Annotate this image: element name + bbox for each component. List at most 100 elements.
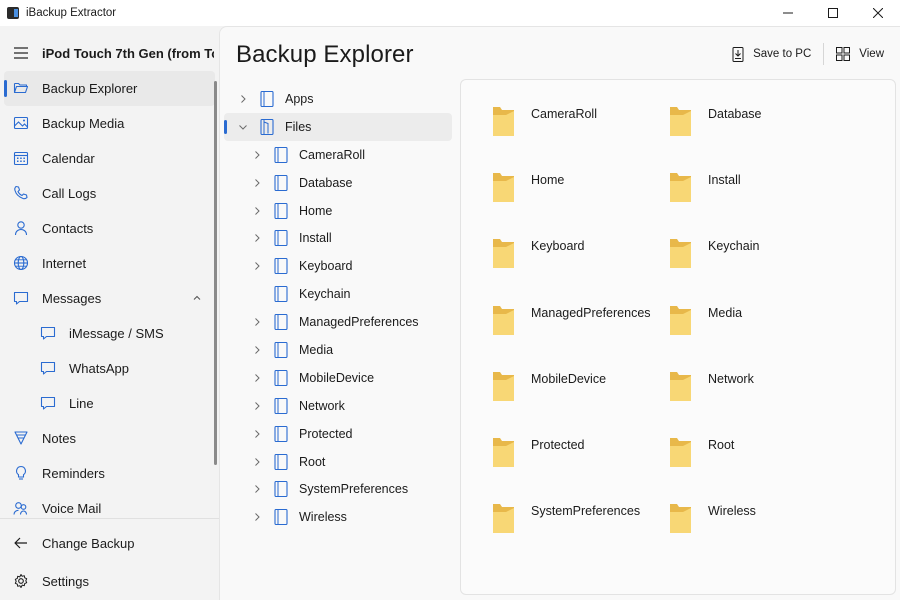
- tree-item[interactable]: Keyboard: [224, 252, 452, 280]
- folder-item[interactable]: Home: [491, 166, 668, 232]
- folder-item[interactable]: ManagedPreferences: [491, 299, 668, 365]
- folder-label: Database: [708, 107, 762, 121]
- folder-item[interactable]: Root: [668, 431, 845, 497]
- file-icon: [274, 314, 288, 331]
- folder-label: CameraRoll: [531, 107, 597, 121]
- folder-item[interactable]: Keyboard: [491, 232, 668, 298]
- chevron-up-icon[interactable]: [191, 292, 203, 304]
- chevron-right-icon[interactable]: [252, 150, 262, 160]
- folder-item[interactable]: Protected: [491, 431, 668, 497]
- folder-icon: [493, 107, 514, 136]
- close-button[interactable]: [855, 0, 900, 26]
- file-icon: [274, 258, 288, 275]
- file-icon: [274, 202, 288, 219]
- sidebar-item-label: Reminders: [42, 466, 105, 481]
- view-button[interactable]: View: [828, 43, 892, 65]
- chevron-right-icon[interactable]: [252, 429, 262, 439]
- sidebar: iPod Touch 7th Gen (from To... Backup Ex…: [0, 26, 219, 600]
- chat-icon: [13, 291, 29, 305]
- chat-icon: [40, 326, 56, 340]
- sidebar-item-label: Line: [69, 396, 94, 411]
- sidebar-scrollbar[interactable]: [214, 81, 217, 465]
- folder-item[interactable]: Keychain: [668, 232, 845, 298]
- tree-item[interactable]: Home: [224, 197, 452, 225]
- chevron-right-icon[interactable]: [252, 233, 262, 243]
- tree-item[interactable]: CameraRoll: [224, 141, 452, 169]
- sidebar-item-notes[interactable]: Notes: [4, 421, 215, 456]
- change-backup-button[interactable]: Change Backup: [4, 526, 215, 560]
- folder-item[interactable]: Install: [668, 166, 845, 232]
- tree-item[interactable]: Install: [224, 224, 452, 252]
- folder-item[interactable]: SystemPreferences: [491, 497, 668, 563]
- arrow-left-icon: [14, 537, 27, 549]
- chevron-right-icon[interactable]: [252, 373, 262, 383]
- tree-item[interactable]: Apps: [224, 85, 452, 113]
- lightbulb-icon: [16, 465, 26, 480]
- sidebar-item-voice-mail[interactable]: Voice Mail: [4, 491, 215, 526]
- phone-icon: [14, 185, 28, 200]
- folder-label: SystemPreferences: [531, 504, 641, 519]
- folder-item[interactable]: CameraRoll: [491, 100, 668, 166]
- window-title: iBackup Extractor: [26, 7, 117, 19]
- chevron-right-icon[interactable]: [252, 512, 262, 522]
- image-icon: [13, 116, 29, 130]
- folder-label: Protected: [531, 437, 585, 452]
- sidebar-item-calendar[interactable]: Calendar: [4, 141, 215, 176]
- settings-button[interactable]: Settings: [4, 564, 215, 598]
- hamburger-menu-button[interactable]: [0, 47, 42, 59]
- tree-item[interactable]: Files: [224, 112, 452, 141]
- tree-item[interactable]: Database: [224, 169, 452, 197]
- tree-item-label: SystemPreferences: [299, 482, 409, 497]
- folder-item[interactable]: Network: [668, 365, 845, 431]
- tree-item[interactable]: Network: [224, 392, 452, 420]
- chevron-right-icon[interactable]: [252, 345, 262, 355]
- folder-content-panel: CameraRoll Database Home Install Keyboard Key…: [460, 79, 896, 595]
- folder-icon: [670, 107, 691, 136]
- sidebar-item-imessage-sms[interactable]: iMessage / SMS: [4, 316, 215, 351]
- folder-item[interactable]: Media: [668, 299, 845, 365]
- file-icon: [274, 369, 288, 386]
- chevron-right-icon[interactable]: [252, 261, 262, 271]
- chevron-right-icon[interactable]: [238, 94, 248, 104]
- chevron-right-icon[interactable]: [252, 317, 262, 327]
- file-icon: [274, 342, 288, 359]
- tree-item[interactable]: Keychain: [224, 280, 452, 308]
- folder-label: ManagedPreferences: [531, 305, 651, 320]
- folder-label: MobileDevice: [531, 371, 607, 386]
- sidebar-item-line[interactable]: Line: [4, 386, 215, 421]
- sidebar-item-messages[interactable]: Messages: [4, 281, 215, 316]
- sidebar-item-backup-explorer[interactable]: Backup Explorer: [4, 71, 215, 106]
- folder-icon: [670, 173, 691, 203]
- maximize-button[interactable]: [810, 0, 855, 26]
- chevron-right-icon[interactable]: [252, 484, 262, 494]
- folder-item[interactable]: Database: [668, 100, 845, 166]
- toolbar: Save to PC View: [724, 43, 892, 65]
- tree-item[interactable]: ManagedPreferences: [224, 308, 452, 336]
- tree-item[interactable]: Protected: [224, 420, 452, 448]
- folder-item[interactable]: MobileDevice: [491, 365, 668, 431]
- chevron-right-icon[interactable]: [252, 401, 262, 411]
- tree-item[interactable]: MobileDevice: [224, 364, 452, 392]
- sidebar-item-reminders[interactable]: Reminders: [4, 456, 215, 491]
- tree-item[interactable]: Root: [224, 448, 452, 476]
- sidebar-item-backup-media[interactable]: Backup Media: [4, 106, 215, 141]
- chevron-right-icon[interactable]: [252, 457, 262, 467]
- chevron-down-icon[interactable]: [238, 122, 248, 132]
- settings-label: Settings: [42, 573, 89, 589]
- folder-open-icon: [13, 82, 29, 94]
- folder-item[interactable]: Wireless: [668, 497, 845, 563]
- tree-item[interactable]: Wireless: [224, 503, 452, 531]
- tree-item[interactable]: Media: [224, 336, 452, 364]
- sidebar-item-contacts[interactable]: Contacts: [4, 211, 215, 246]
- sidebar-item-call-logs[interactable]: Call Logs: [4, 176, 215, 211]
- sidebar-item-whatsapp[interactable]: WhatsApp: [4, 351, 215, 386]
- sidebar-item-label: Notes: [42, 431, 76, 446]
- sidebar-item-internet[interactable]: Internet: [4, 246, 215, 281]
- chevron-right-icon[interactable]: [252, 178, 262, 188]
- save-to-pc-button[interactable]: Save to PC: [724, 43, 819, 65]
- tree-item[interactable]: SystemPreferences: [224, 475, 452, 503]
- file-icon: [274, 509, 288, 526]
- minimize-button[interactable]: [765, 0, 810, 26]
- chevron-right-icon[interactable]: [252, 206, 262, 216]
- folder-label: Install: [708, 173, 741, 188]
